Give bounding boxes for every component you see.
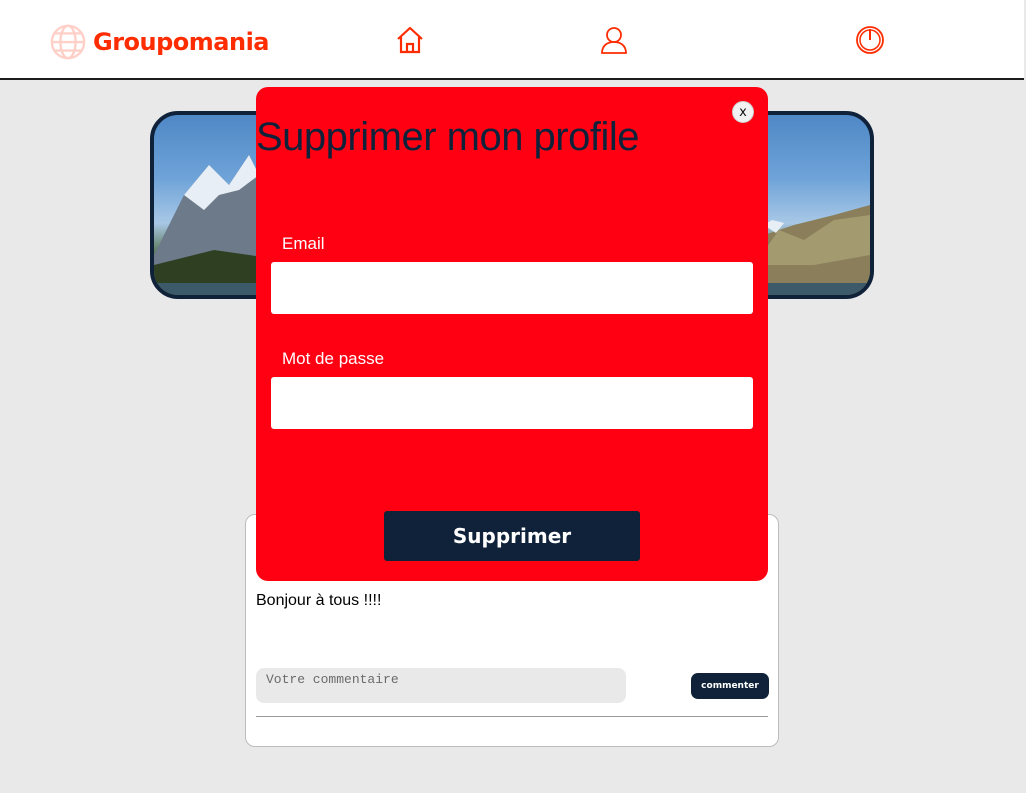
- globe-icon: [50, 24, 86, 60]
- brand-logo[interactable]: Groupomania: [49, 23, 270, 61]
- post-text: Bonjour à tous !!!!: [256, 592, 382, 609]
- comment-input[interactable]: [256, 668, 626, 703]
- password-field[interactable]: [271, 377, 753, 429]
- post-divider: [256, 716, 768, 717]
- user-icon[interactable]: [599, 25, 629, 55]
- power-icon[interactable]: [855, 25, 885, 55]
- home-icon[interactable]: [395, 25, 425, 55]
- delete-profile-button[interactable]: Supprimer: [384, 511, 640, 561]
- close-button[interactable]: x: [732, 101, 754, 123]
- modal-title: Supprimer mon profile: [256, 115, 640, 159]
- password-label: Mot de passe: [282, 349, 385, 368]
- email-field[interactable]: [271, 262, 753, 314]
- brand-name: Groupomania: [93, 28, 270, 56]
- comment-button[interactable]: commenter: [691, 673, 769, 699]
- email-label: Email: [282, 234, 325, 253]
- top-header: Groupomania: [0, 0, 1024, 80]
- delete-profile-modal: x Supprimer mon profile Email Mot de pas…: [256, 87, 768, 581]
